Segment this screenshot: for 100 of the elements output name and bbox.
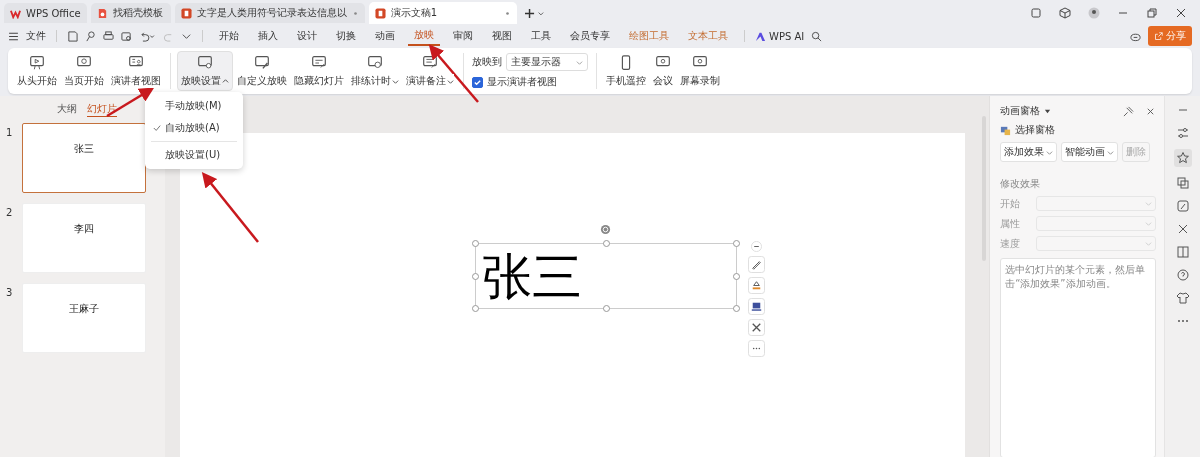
- pen-icon[interactable]: [747, 256, 765, 273]
- collapse-icon[interactable]: [750, 241, 762, 252]
- tab-label: 找稻壳模板: [112, 6, 164, 20]
- presentation-file-icon: [374, 7, 386, 19]
- book-icon[interactable]: [1175, 245, 1190, 259]
- field-label: 属性: [1000, 216, 1022, 231]
- chevron-icon: [1145, 220, 1152, 227]
- document-tab[interactable]: 找稻壳模板: [90, 3, 171, 23]
- undo-icon[interactable]: [139, 30, 156, 42]
- slide-number: 2: [6, 207, 14, 220]
- annotation-arrow: [201, 172, 259, 243]
- resize-handle[interactable]: [732, 240, 740, 247]
- checkbox[interactable]: [472, 76, 483, 88]
- slide-text: 张三: [481, 247, 582, 307]
- fill-icon[interactable]: [747, 277, 765, 294]
- resize-handle[interactable]: [471, 240, 479, 247]
- resize-handle[interactable]: [602, 240, 610, 247]
- menu-item[interactable]: 放映设置(U): [145, 144, 243, 166]
- ai-logo-icon: [755, 30, 766, 42]
- search-icon[interactable]: [811, 30, 823, 42]
- ribbon-tab[interactable]: 插入: [252, 27, 284, 45]
- save-icon[interactable]: [67, 30, 78, 42]
- ribbon-tab[interactable]: 开始: [213, 27, 245, 45]
- copy-icon[interactable]: [1175, 176, 1190, 190]
- play-screen-icon: [28, 54, 46, 72]
- output-label: 放映到: [472, 55, 502, 69]
- sliders-icon[interactable]: [1175, 126, 1190, 140]
- wps-ai-button[interactable]: WPS AI: [755, 30, 805, 42]
- menu-icon[interactable]: [8, 30, 19, 42]
- dropdown-field[interactable]: [1036, 196, 1156, 211]
- ribbon-tab[interactable]: 视图: [486, 27, 518, 45]
- layout-icon[interactable]: [747, 298, 765, 315]
- ribbon-tab[interactable]: 放映: [408, 26, 440, 46]
- pane-button[interactable]: 智能动画: [1061, 142, 1119, 162]
- share-icon: [1154, 31, 1163, 41]
- new-tab-icon[interactable]: [524, 7, 545, 19]
- checkbox-label: 显示演讲者视图: [487, 75, 557, 89]
- file-menu[interactable]: 文件: [26, 29, 46, 43]
- template-icon: [96, 7, 108, 19]
- print-icon[interactable]: [103, 30, 114, 42]
- dropdown-field[interactable]: [1036, 236, 1156, 251]
- chevron-icon: [1145, 240, 1152, 247]
- resize-handle[interactable]: [732, 273, 740, 280]
- pane-button[interactable]: 添加效果: [1000, 142, 1058, 162]
- tab-label: WPS Office: [26, 7, 81, 19]
- chevron-icon: [1145, 200, 1152, 207]
- dropdown-field[interactable]: [1036, 216, 1156, 231]
- shirt-icon[interactable]: [1175, 291, 1190, 305]
- ribbon-button[interactable]: 放映设置: [177, 51, 233, 91]
- slide-title: 王麻子: [69, 302, 99, 316]
- slide-number: 1: [6, 127, 14, 140]
- slide-number: 3: [6, 287, 14, 300]
- ribbon-tab[interactable]: 工具: [525, 27, 557, 45]
- presentation-file-icon: [180, 7, 192, 19]
- screen-pen-icon: [253, 54, 271, 72]
- menu-item[interactable]: 手动放映(M): [145, 95, 243, 117]
- selection-pane-icon: [1000, 124, 1012, 136]
- section-label: 修改效果: [1000, 177, 1042, 191]
- view-tab[interactable]: 大纲: [57, 102, 77, 117]
- ribbon-tab[interactable]: 会员专享: [564, 27, 616, 45]
- field-label: 开始: [1000, 196, 1022, 211]
- print-preview-icon[interactable]: [121, 30, 132, 42]
- view-tab[interactable]: 幻灯片: [87, 102, 117, 117]
- tab-label: 演示文稿1: [390, 6, 438, 20]
- resize-handle[interactable]: [471, 273, 479, 280]
- close-icon[interactable]: [1175, 7, 1187, 19]
- tab-label: 文字是人类用符号记录表达信息以: [196, 6, 347, 20]
- document-tab[interactable]: WPS Office: [4, 3, 87, 23]
- resize-handle[interactable]: [732, 305, 740, 312]
- cube-icon[interactable]: [1059, 7, 1071, 19]
- menu-item[interactable]: 自动放映(A): [145, 117, 243, 139]
- help-icon[interactable]: [1175, 268, 1190, 282]
- field-label: 速度: [1000, 236, 1022, 251]
- pin-icon[interactable]: [1123, 105, 1134, 117]
- document-tab[interactable]: 演示文稿1: [368, 2, 517, 24]
- check-icon: [153, 124, 161, 132]
- chevron-icon: [576, 58, 583, 66]
- resize-handle[interactable]: [471, 305, 479, 312]
- restore-icon[interactable]: [1146, 7, 1158, 19]
- window-icon[interactable]: [1030, 7, 1042, 19]
- avatar-icon[interactable]: [1088, 7, 1100, 19]
- caret-icon[interactable]: [1044, 107, 1052, 115]
- document-tab[interactable]: 文字是人类用符号记录表达信息以: [174, 3, 365, 23]
- ribbon-tab[interactable]: 动画: [369, 27, 401, 45]
- ribbon-tab[interactable]: 审阅: [447, 27, 479, 45]
- slide-thumbnail[interactable]: 李四: [22, 203, 146, 273]
- star-icon[interactable]: [1173, 149, 1192, 167]
- slide-title: 李四: [74, 222, 94, 236]
- display-select[interactable]: 主要显示器: [506, 53, 588, 71]
- ribbon-tab[interactable]: 切换: [330, 27, 362, 45]
- selection-pane-link[interactable]: 选择窗格: [1015, 123, 1056, 137]
- rotate-handle-icon[interactable]: [599, 224, 611, 235]
- slide-thumbnail[interactable]: 张三: [22, 123, 146, 193]
- ribbon-tab[interactable]: 绘图工具: [623, 27, 675, 45]
- resize-handle[interactable]: [602, 305, 610, 312]
- ribbon-tab[interactable]: 设计: [291, 27, 323, 45]
- annotation-arrow: [106, 87, 155, 118]
- slide-thumbnail[interactable]: 王麻子: [22, 283, 146, 353]
- pane-title[interactable]: 动画窗格: [1000, 104, 1041, 118]
- hint-text: 选中幻灯片的某个元素，然后单击“添加效果”添加动画。: [1005, 264, 1146, 289]
